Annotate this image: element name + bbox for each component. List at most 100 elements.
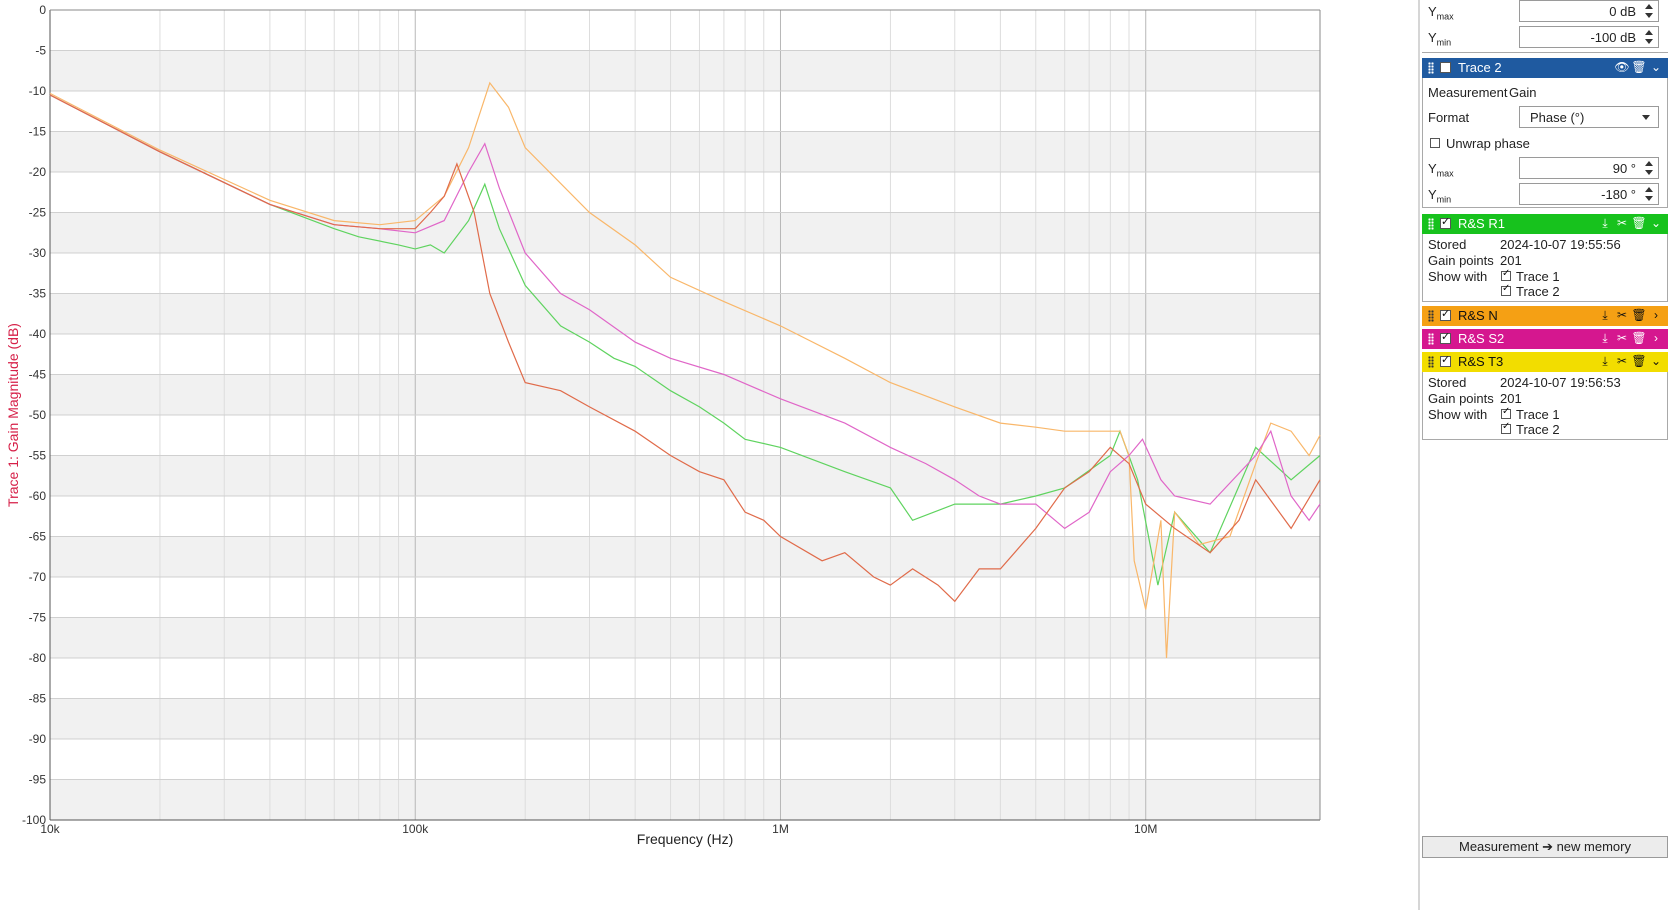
t3-points-value: 201 <box>1500 391 1522 406</box>
memory-r1-checkbox[interactable] <box>1440 215 1451 229</box>
unlink-icon[interactable]: ✂ <box>1614 216 1630 230</box>
trash-icon[interactable]: 🗑 <box>1631 60 1647 74</box>
ymax-label: Ymax <box>1428 4 1454 22</box>
spin-arrows-icon[interactable] <box>1643 28 1655 46</box>
spin-arrows-icon[interactable] <box>1643 159 1655 177</box>
drag-handle-icon[interactable] <box>1428 356 1434 368</box>
t3-stored-label: Stored <box>1428 375 1467 390</box>
memory-t3-checkbox[interactable] <box>1440 353 1451 367</box>
spin-arrows-icon[interactable] <box>1643 2 1655 20</box>
drag-handle-icon[interactable] <box>1428 218 1434 230</box>
y-tick-label: -60 <box>29 489 47 503</box>
y-tick-label: -40 <box>29 327 47 341</box>
chevron-down-icon[interactable]: ⌄ <box>1648 354 1664 368</box>
memory-n-title: R&S N <box>1458 308 1498 323</box>
trace2-actions: 👁 🗑 ⌄ <box>1613 59 1664 77</box>
download-icon[interactable]: ⤓ <box>1597 331 1613 346</box>
memory-n-actions: ⤓ ✂ 🗑 › <box>1596 307 1664 325</box>
chevron-down-icon[interactable]: ⌄ <box>1648 216 1664 230</box>
chevron-down-icon[interactable]: ⌄ <box>1648 60 1664 74</box>
memory-r1-header[interactable]: R&S R1 ⤓✂🗑⌄ <box>1422 214 1668 234</box>
t3-show-label: Show with <box>1428 407 1488 422</box>
spin-arrows-icon[interactable] <box>1643 185 1655 203</box>
memory-s2-checkbox[interactable] <box>1440 330 1451 344</box>
memory-r1-actions: ⤓ ✂ 🗑 ⌄ <box>1596 215 1664 233</box>
t3-stored-value: 2024-10-07 19:56:53 <box>1500 375 1621 390</box>
trace2-ymax-spinbox[interactable]: 90 ° <box>1519 157 1659 179</box>
t3-trace1-checkbox[interactable] <box>1501 406 1511 419</box>
unlink-icon[interactable]: ✂ <box>1614 331 1630 345</box>
t3-trace1-label: Trace 1 <box>1516 407 1560 422</box>
format-value: Phase (°) <box>1530 110 1585 125</box>
ymax-row: Ymax 0 dB <box>1420 0 1670 24</box>
trash-icon[interactable]: 🗑 <box>1631 308 1647 322</box>
drag-handle-icon[interactable] <box>1428 310 1434 322</box>
plot-area[interactable]: 0 -5 -10 -15 -20 -25 -30 -35 -40 -45 -50 -55 -60 -65 -… <box>0 0 1418 910</box>
x-axis-label: Frequency (Hz) <box>637 831 733 847</box>
trace2-ymin-label: Ymin <box>1428 187 1452 205</box>
trash-icon[interactable]: 🗑 <box>1631 331 1647 345</box>
y-tick-label: -70 <box>29 570 47 584</box>
drag-handle-icon[interactable] <box>1428 62 1434 74</box>
r1-trace2-checkbox[interactable] <box>1501 283 1511 296</box>
ymax-spinbox[interactable]: 0 dB <box>1519 0 1659 22</box>
r1-stored-value: 2024-10-07 19:55:56 <box>1500 237 1621 252</box>
gain-chart[interactable]: 0 -5 -10 -15 -20 -25 -30 -35 -40 -45 -50 -55 -60 -65 -… <box>0 0 1418 910</box>
y-tick-label: -95 <box>29 773 47 787</box>
t3-points-label: Gain points <box>1428 391 1494 406</box>
trace2-ymin-spinbox[interactable]: -180 ° <box>1519 183 1659 205</box>
r1-points-value: 201 <box>1500 253 1522 268</box>
r1-show-label: Show with <box>1428 269 1488 284</box>
format-label: Format <box>1428 110 1470 125</box>
memory-n-checkbox[interactable] <box>1440 307 1451 321</box>
y-axis-label: Trace 1: Gain Magnitude (dB) <box>5 323 21 507</box>
r1-trace1-label: Trace 1 <box>1516 269 1560 284</box>
download-icon[interactable]: ⤓ <box>1597 354 1613 369</box>
x-tick-label: 10k <box>40 822 60 836</box>
new-memory-button[interactable]: Measurement ➔ new memory <box>1422 836 1668 858</box>
y-tick-label: -25 <box>29 206 47 220</box>
y-tick-label: -45 <box>29 368 47 382</box>
trace2-visible-checkbox[interactable] <box>1440 62 1451 73</box>
unlink-icon[interactable]: ✂ <box>1614 308 1630 322</box>
ymax-value: 0 dB <box>1609 4 1636 19</box>
unwrap-phase-checkbox[interactable] <box>1430 138 1440 148</box>
memory-s2-title: R&S S2 <box>1458 331 1505 346</box>
unwrap-phase-label: Unwrap phase <box>1446 136 1530 151</box>
download-icon[interactable]: ⤓ <box>1597 308 1613 323</box>
panel-bottom-border <box>1422 52 1668 53</box>
r1-trace1-checkbox[interactable] <box>1501 268 1511 281</box>
memory-t3-actions: ⤓ ✂ 🗑 ⌄ <box>1596 353 1664 371</box>
trace2-ymax-label: Ymax <box>1428 161 1454 179</box>
y-tick-label: -20 <box>29 165 47 179</box>
drag-handle-icon[interactable] <box>1428 333 1434 345</box>
x-tick-label: 10M <box>1134 822 1157 836</box>
measurement-value: Gain <box>1509 85 1537 100</box>
unlink-icon[interactable]: ✂ <box>1614 354 1630 368</box>
ymin-value: -100 dB <box>1590 30 1636 45</box>
memory-s2-header[interactable]: R&S S2 ⤓✂🗑› <box>1422 329 1668 349</box>
trash-icon[interactable]: 🗑 <box>1631 354 1647 368</box>
measurement-label: Measurement <box>1428 85 1508 100</box>
x-tick-label: 100k <box>402 822 429 836</box>
t3-trace2-label: Trace 2 <box>1516 422 1560 437</box>
eye-icon[interactable]: 👁 <box>1614 60 1630 74</box>
memory-n-header[interactable]: R&S N ⤓✂🗑› <box>1422 306 1668 326</box>
y-tick-label: -90 <box>29 732 47 746</box>
trace2-header[interactable]: Trace 2 👁 🗑 ⌄ <box>1422 58 1668 78</box>
y-tick-label: -75 <box>29 611 47 625</box>
y-tick-label: -35 <box>29 287 47 301</box>
memory-t3-header[interactable]: R&S T3 ⤓✂🗑⌄ <box>1422 352 1668 372</box>
memory-t3-title: R&S T3 <box>1458 354 1504 369</box>
y-tick-label: -80 <box>29 651 47 665</box>
t3-trace2-checkbox[interactable] <box>1501 421 1511 434</box>
memory-r1-title: R&S R1 <box>1458 216 1505 231</box>
download-icon[interactable]: ⤓ <box>1597 216 1613 231</box>
chevron-right-icon[interactable]: › <box>1648 308 1664 322</box>
chevron-right-icon[interactable]: › <box>1648 331 1664 345</box>
trace2-ymax-value: 90 ° <box>1612 161 1636 176</box>
trash-icon[interactable]: 🗑 <box>1631 216 1647 230</box>
ymin-spinbox[interactable]: -100 dB <box>1519 26 1659 48</box>
r1-trace2-label: Trace 2 <box>1516 284 1560 299</box>
format-dropdown[interactable]: Phase (°) <box>1519 106 1659 128</box>
